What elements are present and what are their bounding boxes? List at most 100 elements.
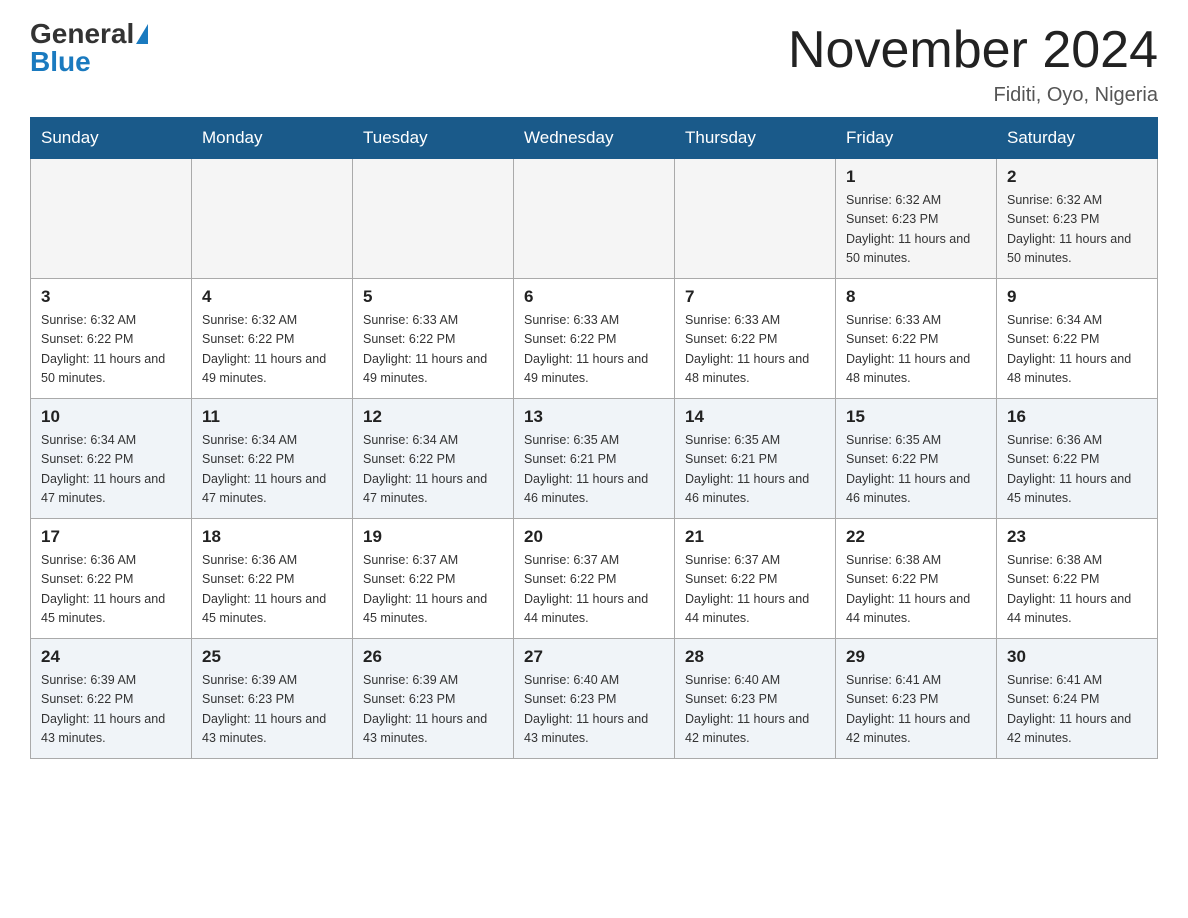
logo: General Blue: [30, 20, 148, 76]
logo-blue-text: Blue: [30, 48, 91, 76]
table-row: 8Sunrise: 6:33 AM Sunset: 6:22 PM Daylig…: [836, 279, 997, 399]
table-row: 29 Sunrise: 6:41 AM Sunset: 6:23 PM Dayli…: [836, 639, 997, 759]
cell-sun-info: Sunrise: 6:34 AM Sunset: 6:22 PM Dayligh…: [1007, 311, 1147, 389]
table-row: 28 Sunrise: 6:40 AM Sunset: 6:23 PM Dayli…: [675, 639, 836, 759]
cell-sun-info: Sunrise: 6:34 AM Sunset: 6:22 PM Dayligh…: [202, 431, 342, 509]
table-row: 12 Sunrise: 6:34 AM Sunset: 6:22 PM Dayli…: [353, 399, 514, 519]
calendar-week-row: 1 Sunrise: 6:32 AM Sunset: 6:23 PM Daylig…: [31, 159, 1158, 279]
col-sunday: Sunday: [31, 118, 192, 159]
table-row: 19 Sunrise: 6:37 AM Sunset: 6:22 PM Dayli…: [353, 519, 514, 639]
calendar-header-row: Sunday Monday Tuesday Wednesday Thursday…: [31, 118, 1158, 159]
table-row: 13 Sunrise: 6:35 AM Sunset: 6:21 PM Dayli…: [514, 399, 675, 519]
cell-date-number: 8: [846, 287, 986, 307]
calendar-week-row: 17 Sunrise: 6:36 AM Sunset: 6:22 PM Dayli…: [31, 519, 1158, 639]
table-row: 26Sunrise: 6:39 AM Sunset: 6:23 PM Dayli…: [353, 639, 514, 759]
table-row: 18 Sunrise: 6:36 AM Sunset: 6:22 PM Dayli…: [192, 519, 353, 639]
cell-date-number: 20: [524, 527, 664, 547]
cell-sun-info: Sunrise: 6:32 AM Sunset: 6:23 PM Dayligh…: [846, 191, 986, 269]
table-row: [353, 159, 514, 279]
cell-date-number: 23: [1007, 527, 1147, 547]
cell-date-number: 28: [685, 647, 825, 667]
col-monday: Monday: [192, 118, 353, 159]
cell-date-number: 9: [1007, 287, 1147, 307]
col-thursday: Thursday: [675, 118, 836, 159]
cell-date-number: 15: [846, 407, 986, 427]
calendar-week-row: 10 Sunrise: 6:34 AM Sunset: 6:22 PM Dayli…: [31, 399, 1158, 519]
location-text: Fiditi, Oyo, Nigeria: [788, 84, 1158, 107]
cell-date-number: 21: [685, 527, 825, 547]
cell-date-number: 24: [41, 647, 181, 667]
cell-sun-info: Sunrise: 6:39 AM Sunset: 6:23 PM Dayligh…: [202, 671, 342, 749]
cell-date-number: 10: [41, 407, 181, 427]
cell-date-number: 7: [685, 287, 825, 307]
cell-sun-info: Sunrise: 6:35 AM Sunset: 6:21 PM Dayligh…: [524, 431, 664, 509]
col-friday: Friday: [836, 118, 997, 159]
cell-sun-info: Sunrise: 6:37 AM Sunset: 6:22 PM Dayligh…: [685, 551, 825, 629]
month-title: November 2024: [788, 20, 1158, 80]
table-row: 21 Sunrise: 6:37 AM Sunset: 6:22 PM Dayli…: [675, 519, 836, 639]
cell-sun-info: Sunrise: 6:38 AM Sunset: 6:22 PM Dayligh…: [1007, 551, 1147, 629]
cell-sun-info: Sunrise: 6:33 AM Sunset: 6:22 PM Dayligh…: [524, 311, 664, 389]
table-row: 5Sunrise: 6:33 AM Sunset: 6:22 PM Daylig…: [353, 279, 514, 399]
cell-sun-info: Sunrise: 6:33 AM Sunset: 6:22 PM Dayligh…: [363, 311, 503, 389]
table-row: 22 Sunrise: 6:38 AM Sunset: 6:22 PM Dayli…: [836, 519, 997, 639]
cell-sun-info: Sunrise: 6:34 AM Sunset: 6:22 PM Dayligh…: [363, 431, 503, 509]
cell-sun-info: Sunrise: 6:39 AM Sunset: 6:22 PM Dayligh…: [41, 671, 181, 749]
cell-sun-info: Sunrise: 6:41 AM Sunset: 6:24 PM Dayligh…: [1007, 671, 1147, 749]
cell-date-number: 3: [41, 287, 181, 307]
cell-date-number: 17: [41, 527, 181, 547]
table-row: 1 Sunrise: 6:32 AM Sunset: 6:23 PM Daylig…: [836, 159, 997, 279]
cell-sun-info: Sunrise: 6:40 AM Sunset: 6:23 PM Dayligh…: [524, 671, 664, 749]
cell-sun-info: Sunrise: 6:35 AM Sunset: 6:21 PM Dayligh…: [685, 431, 825, 509]
cell-sun-info: Sunrise: 6:36 AM Sunset: 6:22 PM Dayligh…: [202, 551, 342, 629]
table-row: 11 Sunrise: 6:34 AM Sunset: 6:22 PM Dayli…: [192, 399, 353, 519]
cell-date-number: 1: [846, 167, 986, 187]
calendar-table: Sunday Monday Tuesday Wednesday Thursday…: [30, 117, 1158, 759]
cell-date-number: 19: [363, 527, 503, 547]
table-row: 4Sunrise: 6:32 AM Sunset: 6:22 PM Daylig…: [192, 279, 353, 399]
table-row: 7 Sunrise: 6:33 AM Sunset: 6:22 PM Daylig…: [675, 279, 836, 399]
table-row: 9 Sunrise: 6:34 AM Sunset: 6:22 PM Daylig…: [997, 279, 1158, 399]
cell-sun-info: Sunrise: 6:35 AM Sunset: 6:22 PM Dayligh…: [846, 431, 986, 509]
title-section: November 2024 Fiditi, Oyo, Nigeria: [788, 20, 1158, 107]
cell-date-number: 11: [202, 407, 342, 427]
cell-sun-info: Sunrise: 6:32 AM Sunset: 6:22 PM Dayligh…: [41, 311, 181, 389]
cell-sun-info: Sunrise: 6:41 AM Sunset: 6:23 PM Dayligh…: [846, 671, 986, 749]
cell-sun-info: Sunrise: 6:37 AM Sunset: 6:22 PM Dayligh…: [363, 551, 503, 629]
table-row: 17 Sunrise: 6:36 AM Sunset: 6:22 PM Dayli…: [31, 519, 192, 639]
logo-general-text: General: [30, 20, 134, 48]
table-row: 24 Sunrise: 6:39 AM Sunset: 6:22 PM Dayli…: [31, 639, 192, 759]
table-row: 3 Sunrise: 6:32 AM Sunset: 6:22 PM Daylig…: [31, 279, 192, 399]
col-saturday: Saturday: [997, 118, 1158, 159]
cell-date-number: 13: [524, 407, 664, 427]
cell-date-number: 18: [202, 527, 342, 547]
cell-date-number: 25: [202, 647, 342, 667]
cell-date-number: 12: [363, 407, 503, 427]
table-row: 15 Sunrise: 6:35 AM Sunset: 6:22 PM Dayli…: [836, 399, 997, 519]
cell-date-number: 4: [202, 287, 342, 307]
cell-sun-info: Sunrise: 6:34 AM Sunset: 6:22 PM Dayligh…: [41, 431, 181, 509]
table-row: 2Sunrise: 6:32 AM Sunset: 6:23 PM Daylig…: [997, 159, 1158, 279]
cell-date-number: 22: [846, 527, 986, 547]
table-row: 6 Sunrise: 6:33 AM Sunset: 6:22 PM Daylig…: [514, 279, 675, 399]
table-row: 25 Sunrise: 6:39 AM Sunset: 6:23 PM Dayli…: [192, 639, 353, 759]
cell-date-number: 29: [846, 647, 986, 667]
cell-sun-info: Sunrise: 6:38 AM Sunset: 6:22 PM Dayligh…: [846, 551, 986, 629]
cell-date-number: 14: [685, 407, 825, 427]
table-row: 27 Sunrise: 6:40 AM Sunset: 6:23 PM Dayli…: [514, 639, 675, 759]
table-row: 14 Sunrise: 6:35 AM Sunset: 6:21 PM Dayli…: [675, 399, 836, 519]
table-row: [31, 159, 192, 279]
col-tuesday: Tuesday: [353, 118, 514, 159]
cell-date-number: 16: [1007, 407, 1147, 427]
cell-sun-info: Sunrise: 6:36 AM Sunset: 6:22 PM Dayligh…: [41, 551, 181, 629]
cell-sun-info: Sunrise: 6:40 AM Sunset: 6:23 PM Dayligh…: [685, 671, 825, 749]
cell-sun-info: Sunrise: 6:33 AM Sunset: 6:22 PM Dayligh…: [685, 311, 825, 389]
table-row: [514, 159, 675, 279]
table-row: 20Sunrise: 6:37 AM Sunset: 6:22 PM Dayli…: [514, 519, 675, 639]
cell-date-number: 27: [524, 647, 664, 667]
cell-date-number: 26: [363, 647, 503, 667]
calendar-week-row: 3 Sunrise: 6:32 AM Sunset: 6:22 PM Daylig…: [31, 279, 1158, 399]
table-row: 30Sunrise: 6:41 AM Sunset: 6:24 PM Dayli…: [997, 639, 1158, 759]
cell-date-number: 6: [524, 287, 664, 307]
table-row: [675, 159, 836, 279]
